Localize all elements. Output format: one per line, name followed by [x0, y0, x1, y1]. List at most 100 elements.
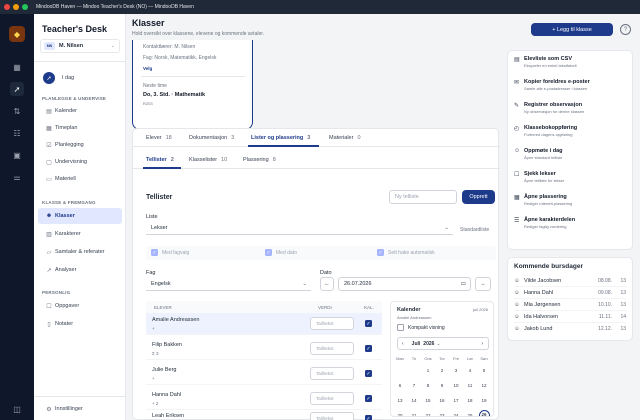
calendar-day[interactable]: 20 [393, 408, 407, 416]
sidebar-item-planlegging[interactable]: ☑ Planlegging [38, 137, 122, 153]
calendar-day[interactable]: 15 [421, 393, 435, 408]
option-auto[interactable]: ✓ Sett hake automatisk [377, 249, 435, 256]
minimize-window-button[interactable] [13, 4, 19, 10]
help-icon[interactable]: ? [620, 24, 631, 35]
subject-select[interactable]: Engelsk ⌄ [146, 277, 311, 291]
checkbox[interactable]: ✓ [365, 370, 372, 377]
add-class-button[interactable]: + Legg til klasse [531, 23, 613, 36]
calendar-day[interactable]: 6 [393, 378, 407, 393]
sidebar-item-materiell[interactable]: ▭ Materiell [38, 171, 122, 187]
sidebar-item-settings[interactable]: ⚙ Innstillinger [38, 401, 122, 417]
birthday-item[interactable]: ☺ Ida Halvorsen 11.11. 14 [514, 311, 626, 323]
rocket-icon[interactable]: ➚ [10, 82, 24, 96]
table-row[interactable]: Leah Eriksen Σ 3 Tall/tekst ✓ [146, 411, 382, 420]
prev-day-button[interactable]: ← [320, 277, 334, 291]
calendar-day[interactable]: 17 [449, 393, 463, 408]
calendar-day[interactable]: 14 [407, 393, 421, 408]
calendar-day[interactable]: 24 [449, 408, 463, 416]
calendar-day[interactable]: 10 [449, 378, 463, 393]
value-input[interactable]: Tall/tekst [310, 317, 354, 330]
calendar-day[interactable]: 7 [407, 378, 421, 393]
sidebar-item-samtaler[interactable]: ▱ Samtaler & referater [38, 244, 122, 260]
sidebar-item-oppgaver[interactable]: ☐ Oppgaver [38, 298, 122, 314]
user-switcher[interactable]: MN M. Nilsen ⌄ [40, 39, 120, 53]
calendar-day[interactable]: 25 [463, 408, 477, 416]
value-input[interactable]: Tall/tekst [310, 342, 354, 355]
checkbox[interactable]: ✓ [365, 320, 372, 327]
calendar-day[interactable]: 8 [421, 378, 435, 393]
calendar-day[interactable]: 4 [463, 363, 477, 378]
table-row[interactable]: Julie Berg + Tall/tekst ✓ [146, 363, 382, 385]
tab-materialer[interactable]: Materialer 0 [329, 135, 361, 141]
checkbox[interactable] [397, 324, 404, 331]
action-sjekk-lekser[interactable]: ☐ Sjekk lekser Åpne tellliste for lekser [514, 171, 626, 183]
sidebar-item-undervisning[interactable]: ▢ Undervisning [38, 154, 122, 170]
calendar-day[interactable]: 11 [463, 378, 477, 393]
calendar-day[interactable]: 19 [477, 393, 491, 408]
sidebar-item-klasser[interactable]: ☻ Klasser [38, 208, 122, 224]
calendar-day[interactable]: 13 [393, 393, 407, 408]
birthday-item[interactable]: ☺ Hanna Dahl 09.08. 13 [514, 287, 626, 299]
action-klassebok[interactable]: ◴ Klassebokoppføring Forbered dagens oppfø… [514, 125, 626, 137]
tab-dokumentasjon[interactable]: Dokumentasjon 3 [189, 135, 234, 141]
tab-lister-og-plassering[interactable]: Lister og plassering 3 [251, 135, 310, 141]
checkbox[interactable]: ✓ [151, 249, 158, 256]
window-icon[interactable]: ◫ [10, 402, 24, 416]
calendar-day[interactable]: 23 [435, 408, 449, 416]
month-picker[interactable]: ‹ Juli 2026 ⌄ › [397, 337, 489, 350]
tab-elever[interactable]: Elever 18 [146, 135, 172, 141]
checkbox[interactable]: ✓ [265, 249, 272, 256]
birthday-item[interactable]: ☺ Jakob Lund 12.12. 13 [514, 323, 626, 335]
birthday-item[interactable]: ☺ Mia Jørgensen 10.10. 13 [514, 299, 626, 311]
table-row[interactable]: Amalie Andreassen + Tall/tekst ✓ [146, 313, 382, 335]
sidebar-item-today[interactable]: ➚ I dag [38, 69, 122, 87]
sidebar-item-timeplan[interactable]: ▦ Timeplan [38, 120, 122, 136]
option-fagvalg[interactable]: ✓ Med fagvalg [151, 249, 189, 256]
compact-view-toggle[interactable]: Kompakt visning [397, 324, 445, 331]
select-class-link[interactable]: Velg [143, 66, 152, 71]
checkbox[interactable]: ✓ [365, 415, 372, 420]
action-oppmote[interactable]: ☺ Oppmøte i dag Åpne standard telliste [514, 148, 626, 160]
value-input[interactable]: Tall/tekst [310, 367, 354, 380]
calendar-day[interactable]: 5 [477, 363, 491, 378]
birthday-item[interactable]: ☺ Vilde Jacobsen 08.08. 13 [514, 275, 626, 287]
class-card[interactable]: Kontaktlærer: M. Nilsen Fag: Norsk, Mate… [132, 40, 253, 130]
calendar-day[interactable]: 16 [435, 393, 449, 408]
calendar-day[interactable]: 22 [421, 408, 435, 416]
value-input[interactable]: Tall/tekst [310, 412, 354, 420]
action-registrer-observasjon[interactable]: ✎ Registrer observasjon Ny observasjon for… [514, 102, 626, 114]
create-list-button[interactable]: Opprett [462, 190, 495, 204]
sidebar-item-kalender[interactable]: ▤ Kalender [38, 103, 122, 119]
checkbox[interactable]: ✓ [365, 345, 372, 352]
subtab-klasselister[interactable]: Klasselister 10 [189, 157, 227, 163]
close-window-button[interactable] [4, 4, 10, 10]
action-apne-plassering[interactable]: ▦ Åpne plassering Rediger rutenett-plasser… [514, 194, 626, 206]
new-list-input[interactable]: Ny telliste [389, 190, 457, 204]
prev-month-icon[interactable]: ‹ [402, 341, 404, 347]
sidebar-item-karakterer[interactable]: ▥ Karakterer [38, 226, 122, 242]
calendar-day[interactable]: 12 [477, 378, 491, 393]
table-row[interactable]: Filip Bakken Σ 3 Tall/tekst ✓ [146, 338, 382, 360]
next-month-icon[interactable]: › [481, 341, 483, 347]
date-input[interactable]: 26.07.2026 ▭ [338, 277, 471, 291]
option-dato[interactable]: ✓ Med dato [265, 249, 297, 256]
calendar-day[interactable]: 9 [435, 378, 449, 393]
sidebar-item-notater[interactable]: ▯ Notater [38, 316, 122, 332]
maximize-window-button[interactable] [22, 4, 28, 10]
calendar-day[interactable]: 18 [463, 393, 477, 408]
dashboard-icon[interactable]: ▦ [10, 60, 24, 74]
sliders-icon[interactable]: ⚌ [10, 170, 24, 184]
action-apne-karakterdelen[interactable]: ☰ Åpne karakterdelen Rediger faglig vurder… [514, 217, 626, 229]
sidebar-item-analyser[interactable]: ↗ Analyser [38, 262, 122, 278]
list-icon[interactable]: ☷ [10, 126, 24, 140]
list-select[interactable]: Lekser ⌄ [146, 221, 453, 235]
checkbox[interactable]: ✓ [377, 249, 384, 256]
subtab-plassering[interactable]: Plassering 8 [243, 157, 276, 163]
sync-icon[interactable]: ⇅ [10, 104, 24, 118]
calendar-day-selected[interactable]: 26 [477, 408, 491, 416]
calendar-day[interactable]: 1 [421, 363, 435, 378]
calendar-day[interactable]: 3 [449, 363, 463, 378]
action-elevliste-csv[interactable]: ▤ Elevliste som CSV Eksporter en enkel tek… [514, 56, 626, 68]
value-input[interactable]: Tall/tekst [310, 392, 354, 405]
checkbox[interactable]: ✓ [365, 395, 372, 402]
